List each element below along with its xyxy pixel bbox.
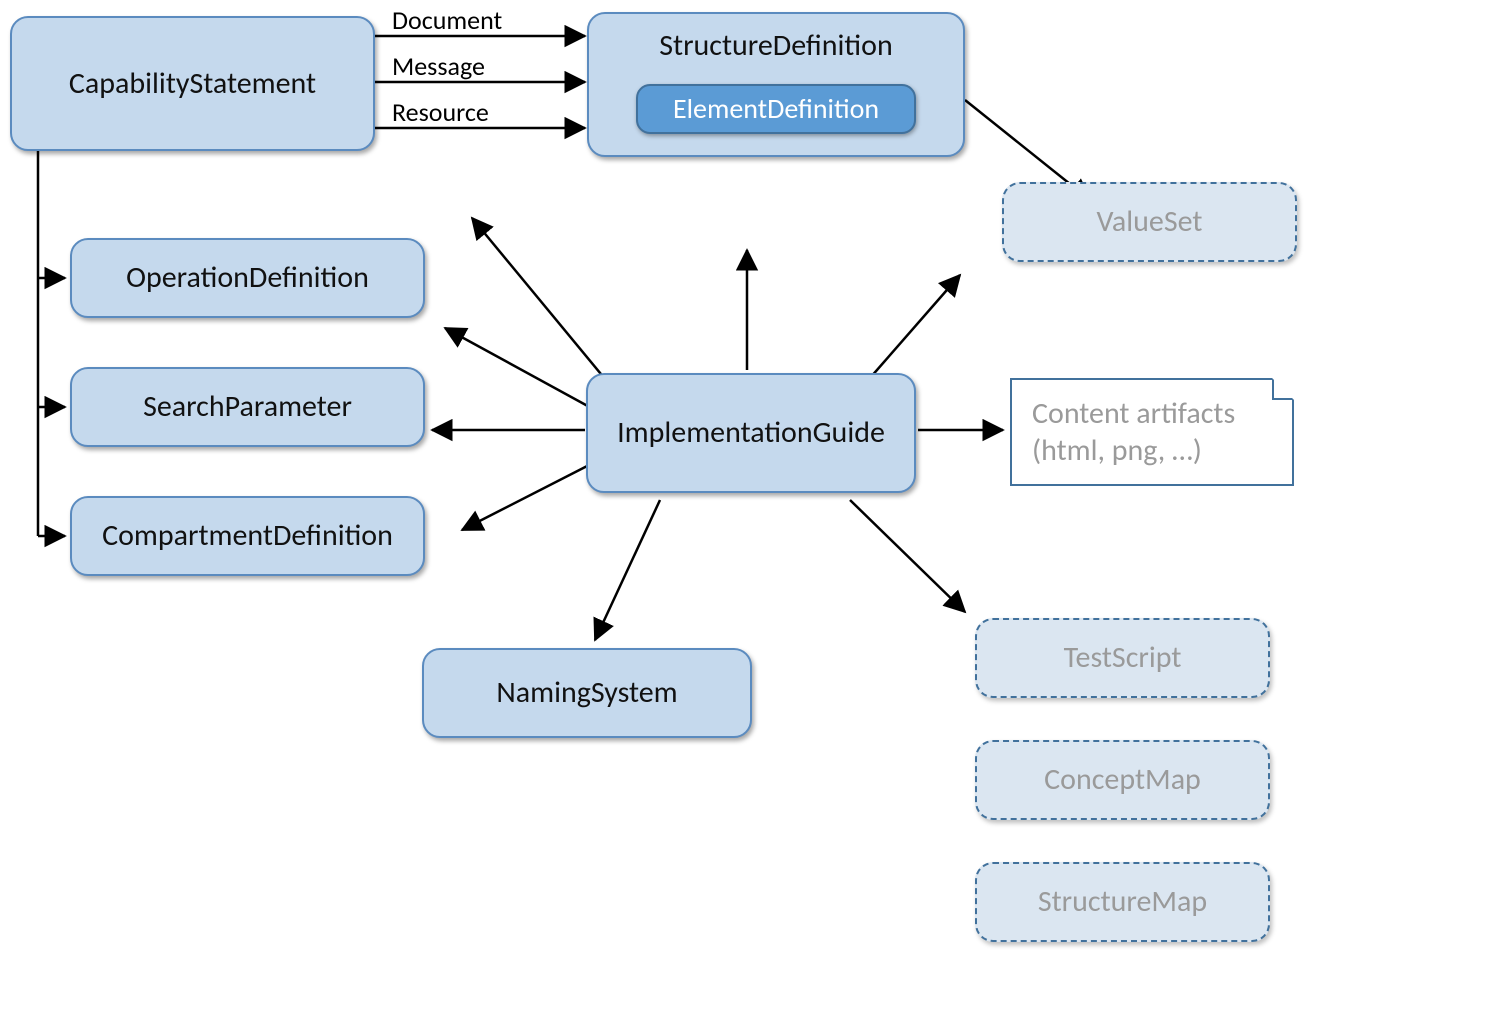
node-content-artifacts-label: Content artifacts (html, png, …) — [1032, 395, 1272, 470]
node-structure-definition: StructureDefinition ElementDefinition — [587, 12, 965, 157]
node-element-definition: ElementDefinition — [636, 84, 916, 134]
node-search-parameter: SearchParameter — [70, 367, 425, 447]
node-value-set: ValueSet — [1002, 182, 1297, 262]
node-content-artifacts: Content artifacts (html, png, …) — [1010, 378, 1294, 486]
edge-label-resource: Resource — [392, 96, 489, 128]
node-compartment-definition: CompartmentDefinition — [70, 496, 425, 576]
node-operation-definition: OperationDefinition — [70, 238, 425, 318]
note-fold-icon — [1272, 378, 1294, 400]
edge-label-document: Document — [392, 4, 502, 36]
node-implementation-guide: ImplementationGuide — [586, 373, 916, 493]
node-structure-definition-label: StructureDefinition — [605, 28, 947, 64]
node-naming-system: NamingSystem — [422, 648, 752, 738]
node-structure-map: StructureMap — [975, 862, 1270, 942]
edge-label-message: Message — [392, 50, 485, 82]
node-test-script: TestScript — [975, 618, 1270, 698]
node-concept-map: ConceptMap — [975, 740, 1270, 820]
node-capability-statement: CapabilityStatement — [10, 16, 375, 151]
